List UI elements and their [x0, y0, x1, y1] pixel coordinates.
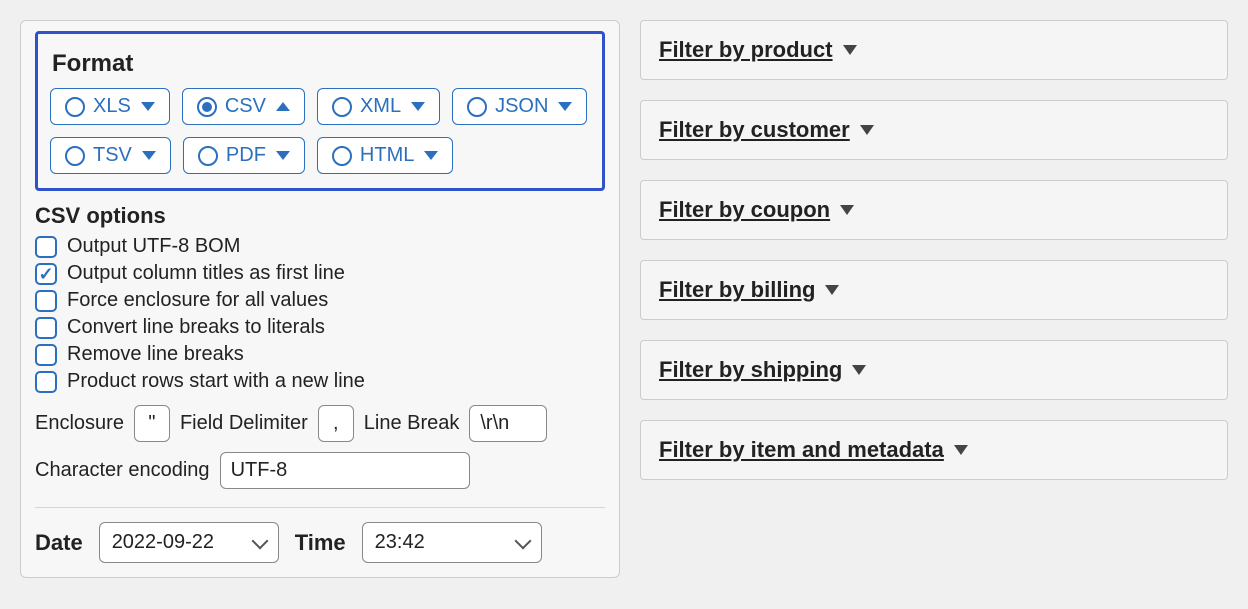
format-options: XLS CSV XML JSON TSV PDF HTML — [50, 88, 590, 174]
enclosure-label: Enclosure — [35, 412, 124, 435]
format-option-label: TSV — [93, 144, 132, 167]
filter-label: Filter by billing — [659, 277, 815, 303]
filter-toggle[interactable]: Filter by shipping — [640, 340, 1228, 400]
caret-down-icon — [411, 102, 425, 111]
radio-icon — [467, 97, 487, 117]
delimiter-input[interactable] — [318, 405, 354, 442]
caret-down-icon — [825, 285, 839, 295]
checkbox[interactable] — [35, 344, 57, 366]
format-title: Format — [50, 44, 590, 88]
caret-down-icon — [424, 151, 438, 160]
encoding-input[interactable] — [220, 452, 470, 489]
checkbox[interactable] — [35, 290, 57, 312]
csv-options-list: Output UTF-8 BOM Output column titles as … — [35, 233, 605, 395]
csv-option-row: Remove line breaks — [35, 341, 605, 368]
export-settings-panel: Format XLS CSV XML JSON TSV PDF HTML CSV optio… — [20, 20, 620, 578]
enclosure-input[interactable] — [134, 405, 170, 442]
checkbox[interactable] — [35, 236, 57, 258]
delimiter-label: Field Delimiter — [180, 412, 308, 435]
date-select[interactable]: 2022-09-22 — [99, 522, 279, 563]
caret-up-icon — [276, 102, 290, 111]
radio-icon — [332, 146, 352, 166]
format-option-label: PDF — [226, 144, 266, 167]
csv-option-label: Output column titles as first line — [67, 262, 345, 285]
csv-option-label: Product rows start with a new line — [67, 370, 365, 393]
format-option-tsv[interactable]: TSV — [50, 137, 171, 174]
checkbox[interactable] — [35, 317, 57, 339]
caret-down-icon — [860, 125, 874, 135]
radio-icon — [65, 97, 85, 117]
radio-icon — [198, 146, 218, 166]
checkbox[interactable] — [35, 371, 57, 393]
caret-down-icon — [843, 45, 857, 55]
csv-option-label: Output UTF-8 BOM — [67, 235, 240, 258]
radio-icon — [332, 97, 352, 117]
csv-options-title: CSV options — [35, 203, 605, 229]
caret-down-icon — [558, 102, 572, 111]
format-option-label: XLS — [93, 95, 131, 118]
caret-down-icon — [141, 102, 155, 111]
filter-toggle[interactable]: Filter by customer — [640, 100, 1228, 160]
filter-toggle[interactable]: Filter by item and metadata — [640, 420, 1228, 480]
time-select[interactable]: 23:42 — [362, 522, 542, 563]
filter-toggle[interactable]: Filter by coupon — [640, 180, 1228, 240]
filter-toggle[interactable]: Filter by billing — [640, 260, 1228, 320]
filter-label: Filter by shipping — [659, 357, 842, 383]
csv-option-row: Convert line breaks to literals — [35, 314, 605, 341]
format-section: Format XLS CSV XML JSON TSV PDF HTML — [35, 31, 605, 191]
divider — [35, 507, 605, 508]
radio-icon — [65, 146, 85, 166]
date-label: Date — [35, 530, 83, 556]
format-option-label: XML — [360, 95, 401, 118]
csv-option-label: Remove line breaks — [67, 343, 244, 366]
format-option-label: CSV — [225, 95, 266, 118]
encoding-label: Character encoding — [35, 459, 210, 482]
filters-panel: Filter by product Filter by customer Fil… — [640, 20, 1228, 578]
format-option-xls[interactable]: XLS — [50, 88, 170, 125]
caret-down-icon — [840, 205, 854, 215]
linebreak-input[interactable] — [469, 405, 547, 442]
caret-down-icon — [142, 151, 156, 160]
csv-option-label: Convert line breaks to literals — [67, 316, 325, 339]
filter-toggle[interactable]: Filter by product — [640, 20, 1228, 80]
filter-label: Filter by item and metadata — [659, 437, 944, 463]
csv-option-label: Force enclosure for all values — [67, 289, 328, 312]
filter-label: Filter by product — [659, 37, 833, 63]
format-option-json[interactable]: JSON — [452, 88, 587, 125]
format-option-label: HTML — [360, 144, 414, 167]
caret-down-icon — [852, 365, 866, 375]
linebreak-label: Line Break — [364, 412, 460, 435]
time-label: Time — [295, 530, 346, 556]
format-option-label: JSON — [495, 95, 548, 118]
format-option-xml[interactable]: XML — [317, 88, 440, 125]
csv-option-row: Product rows start with a new line — [35, 368, 605, 395]
date-value: 2022-09-22 — [112, 531, 214, 554]
format-option-pdf[interactable]: PDF — [183, 137, 305, 174]
format-option-html[interactable]: HTML — [317, 137, 453, 174]
csv-option-row: Force enclosure for all values — [35, 287, 605, 314]
time-value: 23:42 — [375, 531, 425, 554]
format-option-csv[interactable]: CSV — [182, 88, 305, 125]
filter-label: Filter by coupon — [659, 197, 830, 223]
filter-label: Filter by customer — [659, 117, 850, 143]
checkbox[interactable] — [35, 263, 57, 285]
radio-icon — [197, 97, 217, 117]
chevron-down-icon — [251, 532, 268, 549]
csv-option-row: Output column titles as first line — [35, 260, 605, 287]
csv-option-row: Output UTF-8 BOM — [35, 233, 605, 260]
caret-down-icon — [276, 151, 290, 160]
caret-down-icon — [954, 445, 968, 455]
chevron-down-icon — [514, 532, 531, 549]
